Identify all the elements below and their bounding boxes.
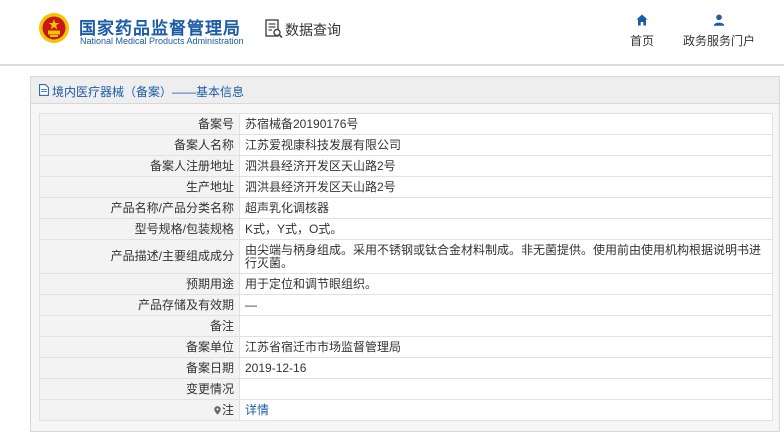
- table-row: 备案人注册地址 泗洪县经济开发区天山路2号: [39, 155, 773, 177]
- field-value: 超声乳化调核器: [239, 197, 773, 219]
- table-row: 产品存储及有效期 —: [39, 294, 773, 316]
- field-label: 产品名称/产品分类名称: [39, 197, 240, 219]
- details-link[interactable]: 详情: [245, 403, 269, 417]
- nav-home-label: 首页: [629, 34, 654, 48]
- field-label: 备案号: [39, 113, 240, 135]
- field-label: 生产地址: [39, 176, 240, 198]
- field-label: 备案人名称: [39, 134, 240, 156]
- pin-icon: [214, 405, 221, 415]
- national-emblem-icon: [39, 13, 69, 43]
- field-label: 备案人注册地址: [39, 155, 240, 177]
- panel-title: 境内医疗器械（备案）——基本信息: [52, 85, 245, 99]
- nav-home-link[interactable]: 首页: [626, 14, 658, 49]
- user-icon: [713, 14, 725, 26]
- table-row: 变更情况: [39, 378, 773, 400]
- home-icon: [636, 14, 648, 26]
- table-row: 备案人名称 江苏爱视康科技发展有限公司: [39, 134, 773, 156]
- field-label: 备注: [39, 315, 240, 337]
- table-row: 备注: [39, 315, 773, 337]
- panel-header: 境内医疗器械（备案）——基本信息: [31, 77, 779, 104]
- field-label: 备案单位: [39, 336, 240, 358]
- table-row: 生产地址 泗洪县经济开发区天山路2号: [39, 176, 773, 198]
- table-row: 预期用途 用于定位和调节眼组织。: [39, 273, 773, 295]
- nav-gov-services-link[interactable]: 政务服务门户: [680, 14, 758, 49]
- document-icon: [39, 84, 49, 96]
- field-label: 型号规格/包装规格: [39, 218, 240, 240]
- field-value: [239, 315, 773, 337]
- note-label-cell: 注: [39, 399, 240, 421]
- field-label: 预期用途: [39, 273, 240, 295]
- nav-gov-services-label: 政务服务门户: [682, 34, 755, 48]
- brand-name-en: National Medical Products Administration: [80, 36, 244, 46]
- field-value: —: [239, 294, 773, 316]
- field-value: 江苏省宿迁市市场监督管理局: [239, 336, 773, 358]
- field-value: 泗洪县经济开发区天山路2号: [239, 176, 773, 198]
- field-label: 产品存储及有效期: [39, 294, 240, 316]
- field-value: K式，Y式，O式。: [239, 218, 773, 240]
- table-row: 备案单位 江苏省宿迁市市场监督管理局: [39, 336, 773, 358]
- table-row: 备案号 苏宿械备20190176号: [39, 113, 773, 135]
- data-query-label: 数据查询: [285, 22, 341, 38]
- field-value: [239, 378, 773, 400]
- field-value: 2019-12-16: [239, 357, 773, 379]
- data-query-icon: [265, 19, 283, 39]
- field-value: 详情: [239, 399, 773, 421]
- table-row: 型号规格/包装规格 K式，Y式，O式。: [39, 218, 773, 240]
- field-value: 苏宿械备20190176号: [239, 113, 773, 135]
- field-label: 注: [221, 402, 234, 417]
- table-row: 备案日期 2019-12-16: [39, 357, 773, 379]
- record-info-table: 备案号 苏宿械备20190176号 备案人名称 江苏爱视康科技发展有限公司 备案…: [39, 113, 773, 421]
- field-label: 备案日期: [39, 357, 240, 379]
- field-value: 江苏爱视康科技发展有限公司: [239, 134, 773, 156]
- top-header: 国家药品监督管理局 National Medical Products Admi…: [0, 0, 784, 66]
- table-row: 产品名称/产品分类名称 超声乳化调核器: [39, 197, 773, 219]
- field-value: 泗洪县经济开发区天山路2号: [239, 155, 773, 177]
- table-row: 产品描述/主要组成成分 由尖端与柄身组成。采用不锈钢或钛合金材料制成。非无菌提供…: [39, 239, 773, 274]
- field-value: 由尖端与柄身组成。采用不锈钢或钛合金材料制成。非无菌提供。使用前由使用机构根据说…: [239, 239, 773, 274]
- table-row: 注 详情: [39, 399, 773, 421]
- record-panel: 境内医疗器械（备案）——基本信息 备案号 苏宿械备20190176号 备案人名称…: [30, 76, 780, 432]
- field-value: 用于定位和调节眼组织。: [239, 273, 773, 295]
- field-label: 产品描述/主要组成成分: [39, 239, 240, 274]
- field-label: 变更情况: [39, 378, 240, 400]
